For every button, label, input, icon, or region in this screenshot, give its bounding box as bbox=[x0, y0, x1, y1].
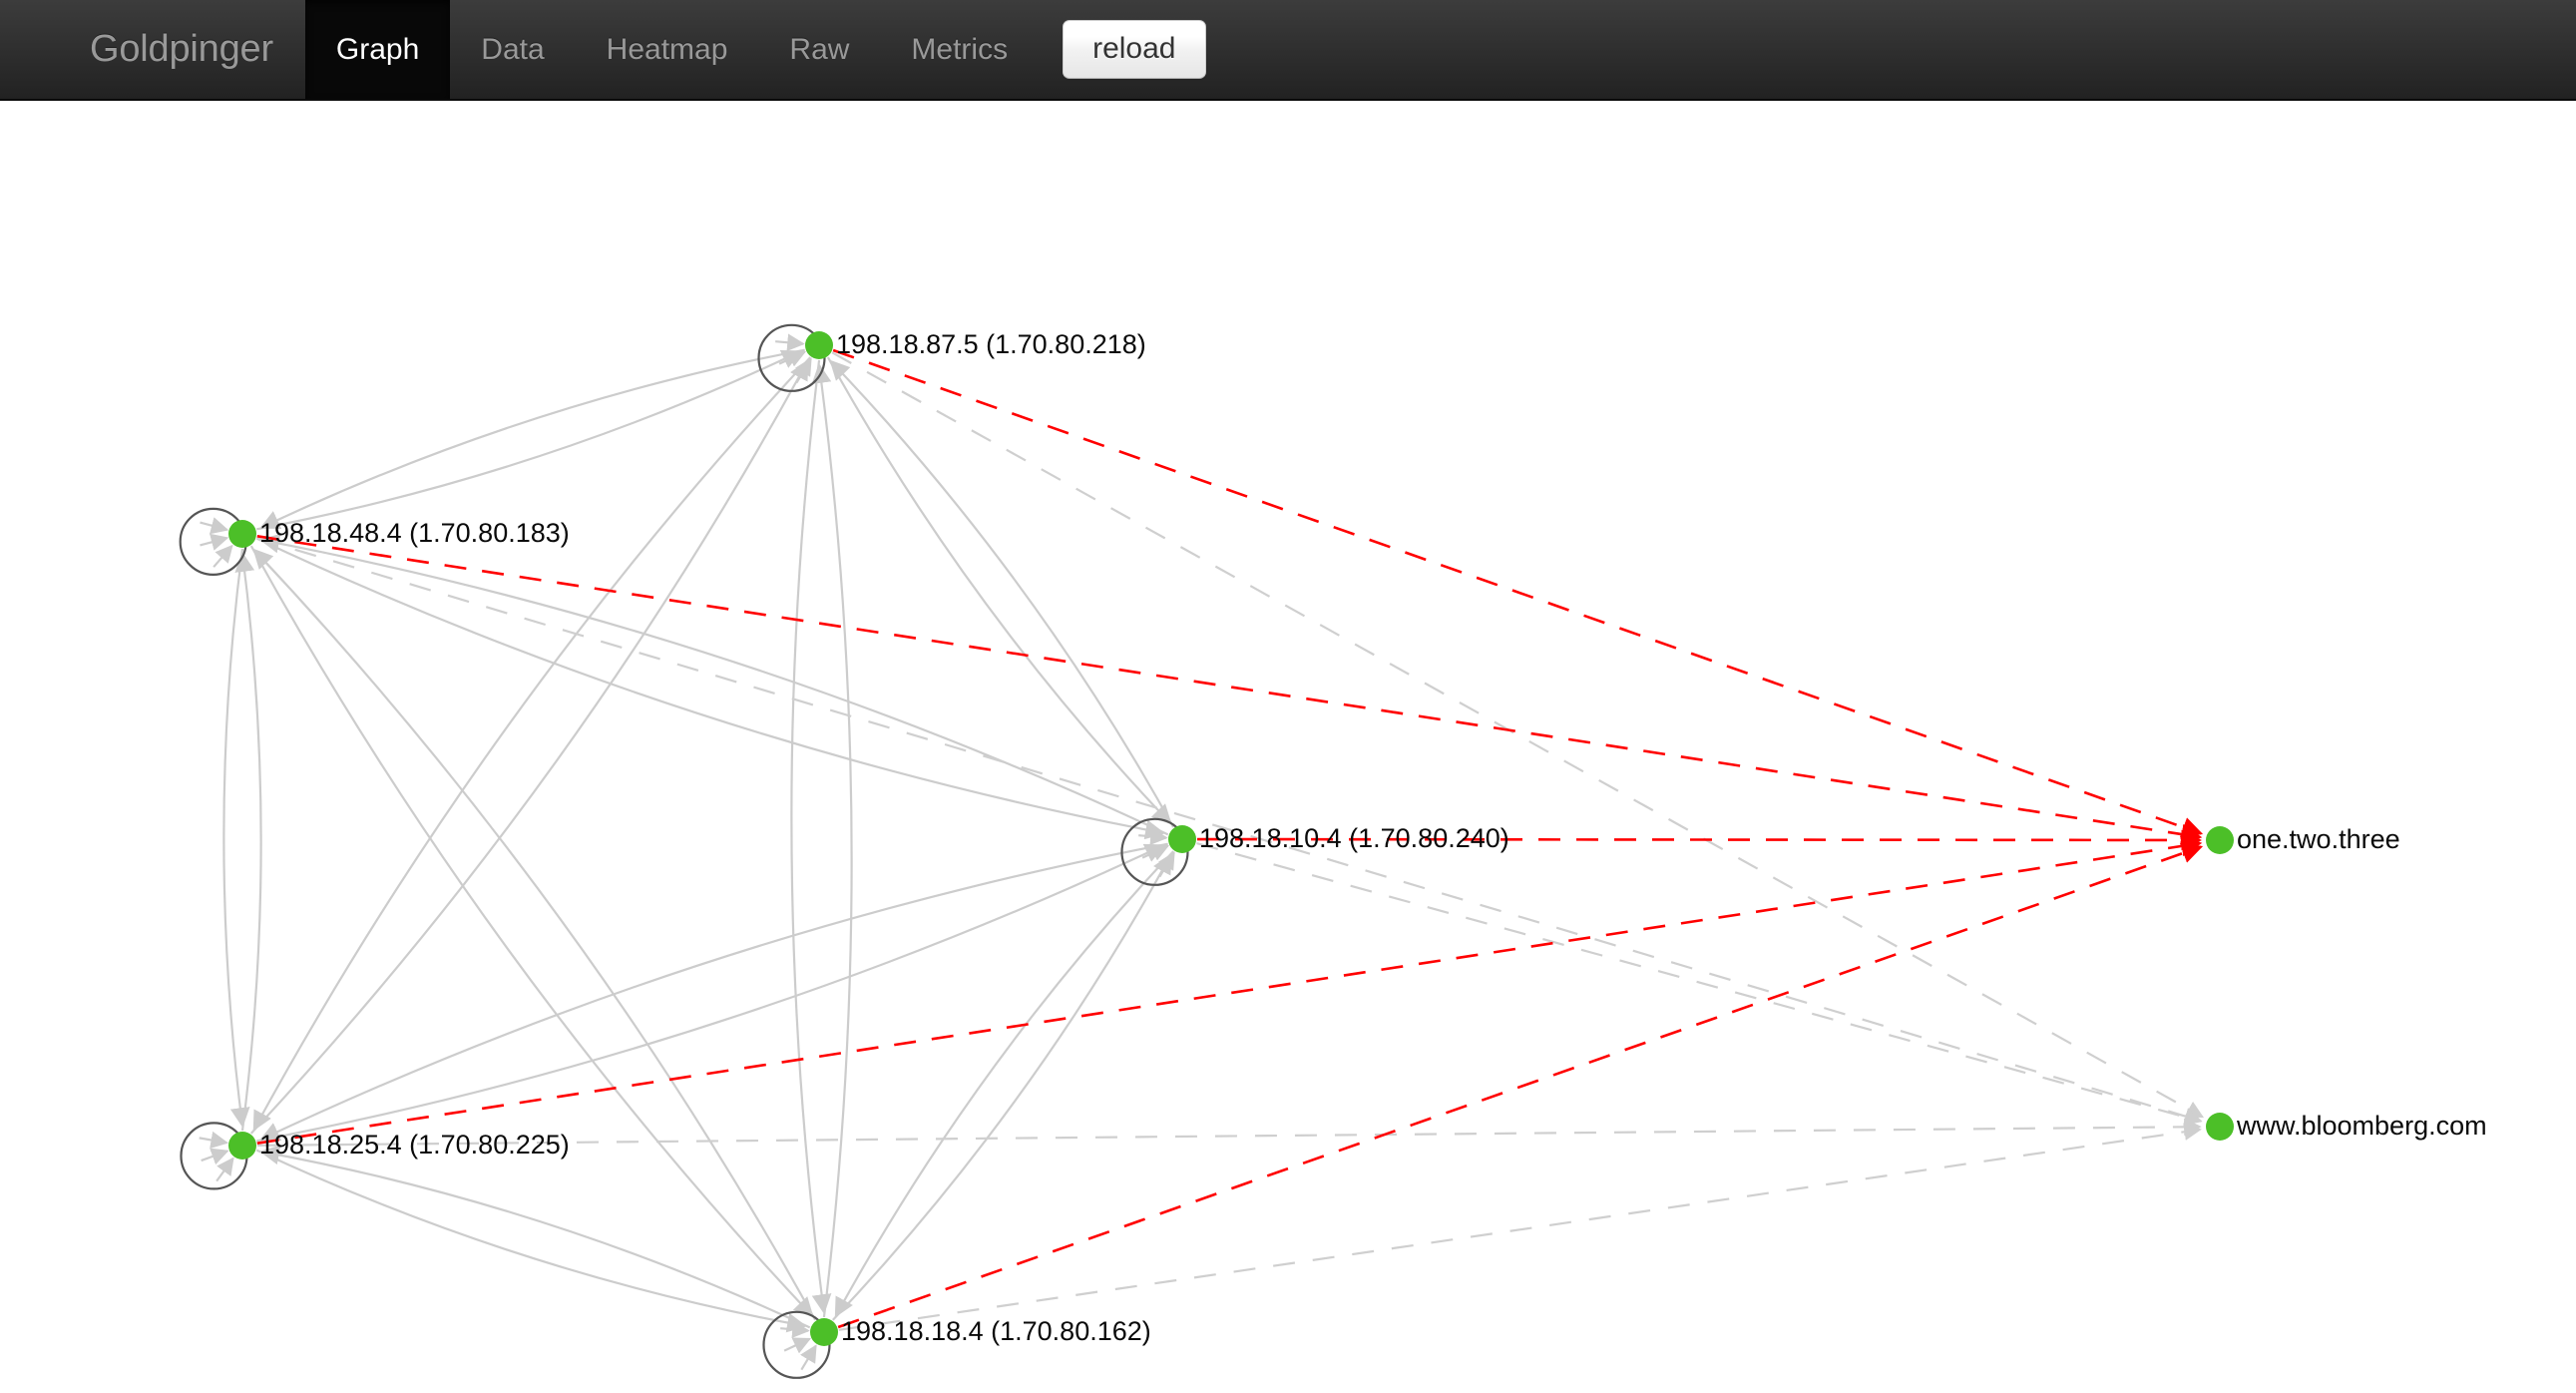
navbar: Goldpinger Graph Data Heatmap Raw Metrics re… bbox=[0, 0, 2576, 101]
graph-edge[interactable] bbox=[832, 853, 1172, 1321]
graph-edge[interactable] bbox=[256, 835, 2203, 1145]
graph-edge[interactable] bbox=[834, 850, 1174, 1318]
graph-edge[interactable] bbox=[249, 545, 814, 1318]
self-loop-arrow bbox=[1138, 827, 1168, 845]
selfloop-layer bbox=[179, 323, 1189, 1379]
self-loop-arrow bbox=[201, 1148, 229, 1165]
node-layer[interactable]: 198.18.87.5 (1.70.80.218) 198.18.48.4 (1.… bbox=[228, 329, 2487, 1346]
node-label: one.two.three bbox=[2237, 824, 2400, 854]
graph-edge[interactable] bbox=[255, 537, 1165, 840]
tab-heatmap[interactable]: Heatmap bbox=[576, 0, 759, 99]
graph-edge[interactable] bbox=[1196, 841, 2203, 1126]
graph-edge[interactable] bbox=[255, 1149, 807, 1333]
self-loop-arrow bbox=[200, 517, 229, 535]
node-dot[interactable] bbox=[228, 1132, 256, 1160]
nav-tabs: Graph Data Heatmap Raw Metrics bbox=[304, 0, 1039, 99]
graph-node[interactable]: www.bloomberg.com bbox=[2206, 1111, 2487, 1141]
graph-edge[interactable] bbox=[259, 348, 805, 530]
graph-edge[interactable] bbox=[826, 356, 1172, 825]
node-label: 198.18.18.4 (1.70.80.162) bbox=[841, 1316, 1151, 1346]
graph-edge[interactable] bbox=[832, 348, 2204, 837]
graph-edge[interactable] bbox=[252, 356, 812, 1132]
self-loop-arrow bbox=[213, 544, 233, 568]
graph-edge[interactable] bbox=[252, 548, 817, 1321]
self-loop-arrow bbox=[783, 1337, 812, 1354]
node-dot[interactable] bbox=[810, 1318, 838, 1346]
node-dot[interactable] bbox=[2206, 1113, 2234, 1141]
graph-node[interactable]: one.two.three bbox=[2206, 824, 2400, 854]
reload-button-container: reload bbox=[1039, 0, 1206, 99]
graph-node[interactable]: 198.18.25.4 (1.70.80.225) bbox=[228, 1130, 570, 1160]
graph-node[interactable]: 198.18.18.4 (1.70.80.162) bbox=[810, 1316, 1151, 1346]
graph-edge[interactable] bbox=[222, 548, 250, 1128]
tab-graph[interactable]: Graph bbox=[304, 0, 451, 99]
node-dot[interactable] bbox=[805, 331, 833, 359]
graph-edge[interactable] bbox=[259, 1145, 811, 1329]
graph-canvas[interactable]: 198.18.87.5 (1.70.80.218) 198.18.48.4 (1.… bbox=[0, 101, 2576, 1393]
self-loop-arrow bbox=[780, 1320, 810, 1338]
graph-edge[interactable] bbox=[838, 1123, 2202, 1331]
self-loop-arrow bbox=[200, 533, 229, 551]
graph-node[interactable]: 198.18.10.4 (1.70.80.240) bbox=[1168, 823, 1509, 853]
tab-raw[interactable]: Raw bbox=[758, 0, 880, 99]
tab-data[interactable]: Data bbox=[450, 0, 575, 99]
reload-button[interactable]: reload bbox=[1063, 20, 1206, 79]
self-loop-arrow bbox=[800, 1344, 817, 1371]
brand-goldpinger[interactable]: Goldpinger bbox=[58, 0, 305, 99]
graph-edge[interactable] bbox=[790, 359, 832, 1314]
node-label: www.bloomberg.com bbox=[2236, 1111, 2487, 1141]
graph-edge[interactable] bbox=[256, 349, 802, 531]
graph-edge[interactable] bbox=[831, 351, 2205, 1119]
graph-edge[interactable] bbox=[234, 552, 262, 1132]
graph-edge[interactable] bbox=[256, 535, 2203, 845]
network-graph[interactable]: 198.18.87.5 (1.70.80.218) 198.18.48.4 (1.… bbox=[0, 101, 2576, 1393]
node-label: 198.18.87.5 (1.70.80.218) bbox=[836, 329, 1146, 359]
node-dot[interactable] bbox=[228, 520, 256, 548]
self-loop-arrow bbox=[215, 1157, 234, 1182]
self-loop-arrow bbox=[775, 333, 805, 351]
self-loop-arrow bbox=[199, 1131, 228, 1150]
graph-node[interactable]: 198.18.87.5 (1.70.80.218) bbox=[805, 329, 1146, 359]
tab-metrics[interactable]: Metrics bbox=[880, 0, 1039, 99]
node-dot[interactable] bbox=[2206, 826, 2234, 854]
node-label: 198.18.25.4 (1.70.80.225) bbox=[259, 1130, 570, 1160]
graph-edge[interactable] bbox=[249, 359, 809, 1135]
graph-edge[interactable] bbox=[256, 843, 1165, 1143]
graph-edge[interactable] bbox=[837, 843, 2204, 1329]
node-label: 198.18.48.4 (1.70.80.183) bbox=[259, 518, 570, 548]
graph-edge[interactable] bbox=[811, 363, 853, 1318]
node-dot[interactable] bbox=[1168, 825, 1196, 853]
graph-edge[interactable] bbox=[829, 359, 1175, 828]
graph-node[interactable]: 198.18.48.4 (1.70.80.183) bbox=[228, 518, 570, 548]
node-label: 198.18.10.4 (1.70.80.240) bbox=[1199, 823, 1509, 853]
